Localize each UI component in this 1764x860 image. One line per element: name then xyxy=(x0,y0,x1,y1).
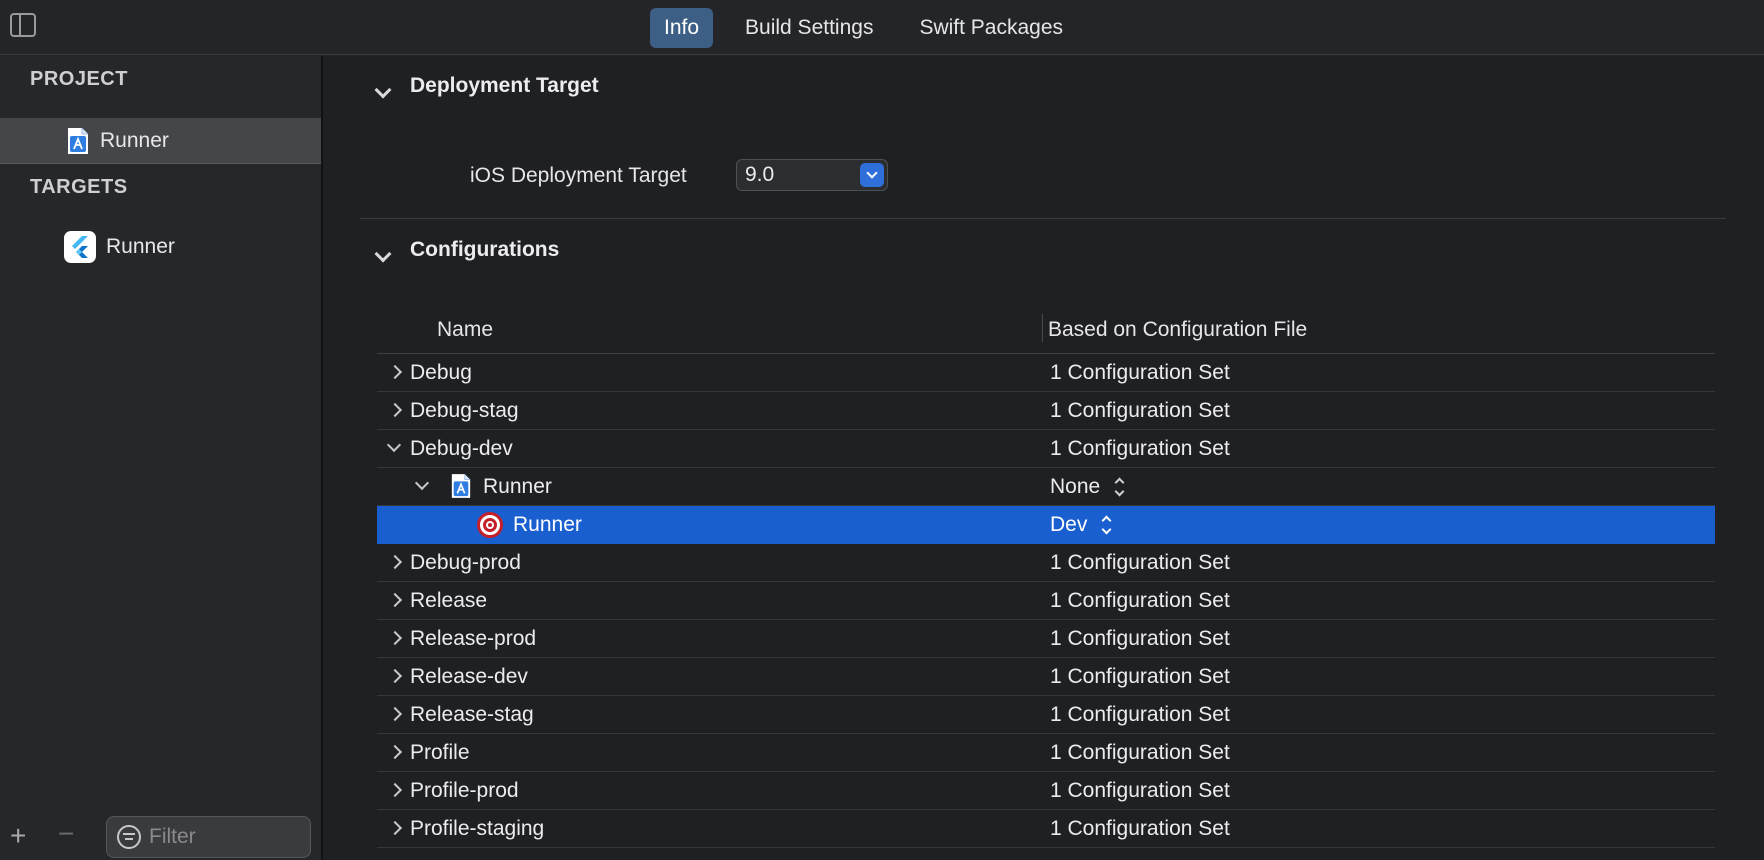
sidebar-item-project-runner[interactable]: Runner xyxy=(0,118,321,164)
row-name: Release-dev xyxy=(410,665,528,688)
chevron-right-icon[interactable] xyxy=(387,592,403,608)
chevron-down-icon[interactable] xyxy=(414,475,430,491)
table-row[interactable]: Release-dev 1 Configuration Set xyxy=(377,658,1715,696)
config-file-stepper-icon[interactable] xyxy=(1114,478,1124,496)
chevron-right-icon[interactable] xyxy=(387,402,403,418)
row-name: Debug-dev xyxy=(410,437,513,460)
sidebar-toggle-icon[interactable] xyxy=(10,13,36,37)
row-name: Release-prod xyxy=(410,627,537,650)
sidebar-item-target-runner[interactable]: Runner xyxy=(0,224,321,270)
filter-input[interactable] xyxy=(149,825,299,849)
configurations-title: Configurations xyxy=(410,238,560,261)
row-name: Runner xyxy=(483,475,552,498)
targets-section-header: TARGETS xyxy=(30,176,128,198)
table-row[interactable]: Release-prod 1 Configuration Set xyxy=(377,620,1715,658)
row-based-on: 1 Configuration Set xyxy=(1050,361,1230,384)
row-based-on: 1 Configuration Set xyxy=(1050,551,1230,574)
table-row[interactable]: Debug-stag 1 Configuration Set xyxy=(377,392,1715,430)
project-section-header: PROJECT xyxy=(30,68,128,90)
table-row[interactable]: Release-stag 1 Configuration Set xyxy=(377,696,1715,734)
add-target-button[interactable]: + xyxy=(10,822,26,850)
ios-deployment-target-label: iOS Deployment Target xyxy=(470,164,687,187)
table-row[interactable]: Profile-prod 1 Configuration Set xyxy=(377,772,1715,810)
row-name: Runner xyxy=(513,513,582,536)
sidebar-bottom-bar: + − xyxy=(0,812,321,860)
tab-swift-packages[interactable]: Swift Packages xyxy=(905,8,1077,48)
row-name: Debug-stag xyxy=(410,399,519,422)
chevron-right-icon[interactable] xyxy=(387,668,403,684)
row-based-on: 1 Configuration Set xyxy=(1050,703,1230,726)
column-header-name[interactable]: Name xyxy=(437,318,493,342)
xcodeproj-icon xyxy=(68,127,88,154)
chevron-right-icon[interactable] xyxy=(387,630,403,646)
table-row[interactable]: Debug-prod 1 Configuration Set xyxy=(377,544,1715,582)
remove-target-button[interactable]: − xyxy=(58,820,74,848)
configurations-disclosure-icon[interactable] xyxy=(374,245,392,263)
table-row[interactable]: Debug 1 Configuration Set xyxy=(377,354,1715,392)
row-based-on: 1 Configuration Set xyxy=(1050,399,1230,422)
table-row[interactable]: Profile-staging 1 Configuration Set xyxy=(377,810,1715,848)
row-based-on: 1 Configuration Set xyxy=(1050,627,1230,650)
project-info-editor: Deployment Target iOS Deployment Target … xyxy=(325,56,1764,860)
row-name: Profile xyxy=(410,741,470,764)
row-based-on: 1 Configuration Set xyxy=(1050,779,1230,802)
row-name: Debug-prod xyxy=(410,551,521,574)
column-header-based-on[interactable]: Based on Configuration File xyxy=(1048,318,1307,342)
tab-info[interactable]: Info xyxy=(650,8,714,48)
row-name: Release xyxy=(410,589,488,612)
row-name: Debug xyxy=(410,361,472,384)
editor-tabs: Info Build Settings Swift Packages xyxy=(650,8,1095,48)
sidebar-item-label: Runner xyxy=(106,235,175,258)
deployment-target-title: Deployment Target xyxy=(410,74,599,97)
chevron-down-icon[interactable] xyxy=(386,437,402,453)
row-name: Profile-staging xyxy=(410,817,545,840)
row-based-on: None xyxy=(1050,475,1101,498)
row-name: Release-stag xyxy=(410,703,534,726)
row-name: Profile-prod xyxy=(410,779,519,802)
chevron-right-icon[interactable] xyxy=(387,820,403,836)
table-row-target-runner[interactable]: Runner Dev xyxy=(377,506,1715,544)
chevron-right-icon[interactable] xyxy=(387,782,403,798)
ios-deployment-target-select[interactable]: 9.0 xyxy=(736,159,888,191)
target-icon xyxy=(477,512,503,538)
config-file-stepper-icon[interactable] xyxy=(1101,516,1111,534)
deployment-disclosure-icon[interactable] xyxy=(374,81,392,99)
configurations-table-header: Name Based on Configuration File xyxy=(377,308,1715,354)
row-based-on: 1 Configuration Set xyxy=(1050,665,1230,688)
column-separator xyxy=(1042,314,1043,342)
row-based-on: 1 Configuration Set xyxy=(1050,741,1230,764)
row-based-on: 1 Configuration Set xyxy=(1050,817,1230,840)
table-row[interactable]: Debug-dev 1 Configuration Set xyxy=(377,430,1715,468)
project-navigator-sidebar: PROJECT Runner TARGETS Runner + − xyxy=(0,56,323,860)
row-based-on: Dev xyxy=(1050,513,1088,536)
filter-icon xyxy=(117,825,141,849)
chevron-right-icon[interactable] xyxy=(387,554,403,570)
row-based-on: 1 Configuration Set xyxy=(1050,589,1230,612)
table-row[interactable]: Release 1 Configuration Set xyxy=(377,582,1715,620)
tab-build-settings[interactable]: Build Settings xyxy=(731,8,887,48)
editor-tab-bar: Info Build Settings Swift Packages xyxy=(0,0,1764,55)
chevron-right-icon[interactable] xyxy=(387,706,403,722)
chevron-right-icon[interactable] xyxy=(387,364,403,380)
section-divider xyxy=(360,218,1726,219)
sidebar-filter-field[interactable] xyxy=(106,816,311,858)
table-row-project-runner[interactable]: Runner None xyxy=(377,468,1715,506)
ios-deployment-target-value: 9.0 xyxy=(745,163,775,186)
flutter-app-icon xyxy=(64,231,96,263)
row-based-on: 1 Configuration Set xyxy=(1050,437,1230,460)
sidebar-item-label: Runner xyxy=(100,128,169,152)
chevron-down-icon xyxy=(860,163,884,187)
xcodeproj-icon xyxy=(451,474,471,498)
chevron-right-icon[interactable] xyxy=(387,744,403,760)
table-row[interactable]: Profile 1 Configuration Set xyxy=(377,734,1715,772)
